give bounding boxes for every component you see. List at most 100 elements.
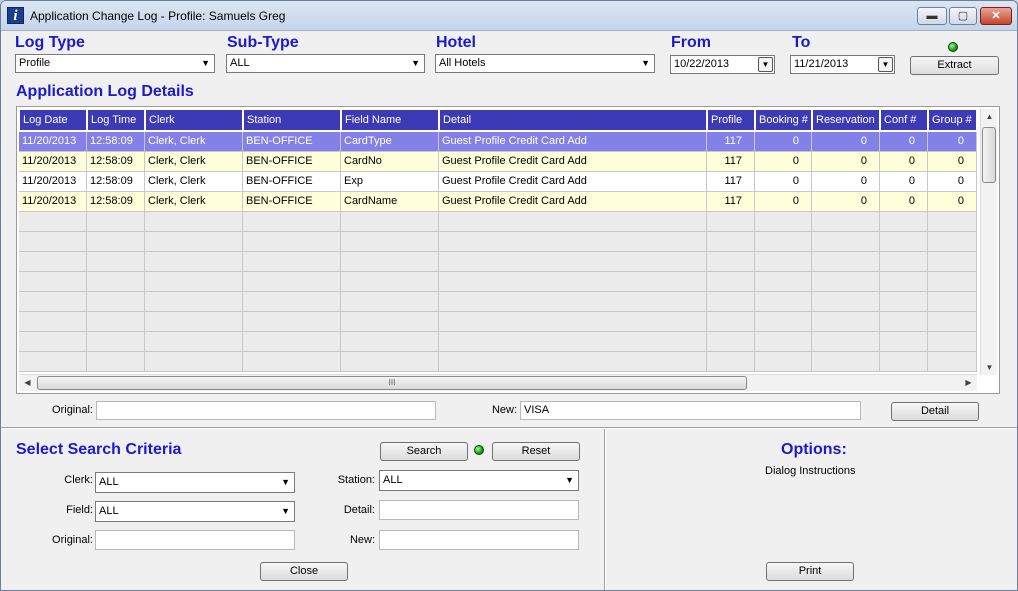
table-cell-conf: 0 bbox=[880, 172, 928, 192]
log-type-label: Log Type bbox=[15, 34, 85, 51]
table-cell-group bbox=[928, 352, 977, 372]
table-cell-clerk bbox=[145, 332, 243, 352]
column-header-booking[interactable]: Booking # bbox=[755, 109, 812, 131]
options-title: Options: bbox=[781, 441, 847, 458]
column-header-station[interactable]: Station bbox=[243, 109, 341, 131]
empty-table-row[interactable] bbox=[19, 292, 977, 312]
original-search-input[interactable] bbox=[95, 530, 295, 550]
table-cell-group bbox=[928, 292, 977, 312]
field-select[interactable]: ALL ▼ bbox=[95, 501, 295, 522]
table-cell-log-date: 11/20/2013 bbox=[19, 192, 87, 212]
calendar-dropdown-icon[interactable]: ▼ bbox=[758, 57, 773, 72]
table-cell-field-name bbox=[341, 292, 439, 312]
column-header-field-name[interactable]: Field Name bbox=[341, 109, 439, 131]
reset-button[interactable]: Reset bbox=[492, 442, 580, 461]
field-label: Field: bbox=[66, 504, 93, 516]
new-value-field[interactable]: VISA bbox=[520, 401, 861, 420]
detail-button[interactable]: Detail bbox=[891, 402, 979, 421]
table-cell-log-date bbox=[19, 212, 87, 232]
hotel-select[interactable]: All Hotels ▼ bbox=[435, 54, 655, 73]
title-bar[interactable]: i Application Change Log - Profile: Samu… bbox=[1, 1, 1017, 31]
table-cell-log-date bbox=[19, 292, 87, 312]
table-cell-profile bbox=[707, 232, 755, 252]
maximize-button[interactable]: ▢ bbox=[949, 7, 977, 25]
table-cell-group bbox=[928, 312, 977, 332]
table-cell-clerk bbox=[145, 232, 243, 252]
empty-table-row[interactable] bbox=[19, 332, 977, 352]
print-button[interactable]: Print bbox=[766, 562, 854, 581]
table-cell-profile bbox=[707, 312, 755, 332]
table-cell-booking bbox=[755, 252, 812, 272]
column-header-conf[interactable]: Conf # bbox=[880, 109, 928, 131]
horizontal-scrollbar[interactable]: ◀ III ▶ bbox=[19, 374, 977, 391]
empty-table-row[interactable] bbox=[19, 252, 977, 272]
table-cell-log-time: 12:58:09 bbox=[87, 192, 145, 212]
subtype-label: Sub-Type bbox=[227, 34, 299, 51]
table-cell-log-date: 11/20/2013 bbox=[19, 172, 87, 192]
clerk-select[interactable]: ALL ▼ bbox=[95, 472, 295, 493]
horizontal-scroll-thumb[interactable]: III bbox=[37, 376, 747, 390]
from-date-picker[interactable]: 10/22/2013 ▼ bbox=[670, 55, 775, 74]
column-header-log-time[interactable]: Log Time bbox=[87, 109, 145, 131]
chevron-down-icon: ▼ bbox=[281, 477, 290, 487]
table-cell-field-name bbox=[341, 332, 439, 352]
column-header-log-date[interactable]: Log Date bbox=[19, 109, 87, 131]
scroll-left-icon[interactable]: ◀ bbox=[19, 378, 36, 387]
table-cell-group bbox=[928, 252, 977, 272]
table-row[interactable]: 11/20/2013 12:58:09 Clerk, Clerk BEN-OFFICE… bbox=[19, 192, 977, 212]
calendar-dropdown-icon[interactable]: ▼ bbox=[878, 57, 893, 72]
status-led-icon bbox=[948, 42, 958, 52]
empty-table-row[interactable] bbox=[19, 212, 977, 232]
table-cell-detail bbox=[439, 312, 707, 332]
table-cell-profile: 117 bbox=[707, 172, 755, 192]
detail-search-input[interactable] bbox=[379, 500, 579, 520]
table-cell-profile bbox=[707, 292, 755, 312]
subtype-select[interactable]: ALL ▼ bbox=[226, 54, 425, 73]
column-header-clerk[interactable]: Clerk bbox=[145, 109, 243, 131]
empty-table-row[interactable] bbox=[19, 232, 977, 252]
column-header-group[interactable]: Group # bbox=[928, 109, 977, 131]
table-cell-detail: Guest Profile Credit Card Add bbox=[439, 172, 707, 192]
table-row[interactable]: 11/20/2013 12:58:09 Clerk, Clerk BEN-OFFICE… bbox=[19, 132, 977, 152]
table-cell-detail: Guest Profile Credit Card Add bbox=[439, 192, 707, 212]
scroll-right-icon[interactable]: ▶ bbox=[960, 378, 977, 387]
extract-button[interactable]: Extract bbox=[910, 56, 999, 75]
table-row[interactable]: 11/20/2013 12:58:09 Clerk, Clerk BEN-OFFICE… bbox=[19, 152, 977, 172]
table-cell-conf bbox=[880, 232, 928, 252]
table-cell-field-name bbox=[341, 352, 439, 372]
table-row[interactable]: 11/20/2013 12:58:09 Clerk, Clerk BEN-OFFICE… bbox=[19, 172, 977, 192]
table-cell-station bbox=[243, 332, 341, 352]
table-cell-station bbox=[243, 232, 341, 252]
minimize-button[interactable]: ▬ bbox=[917, 7, 947, 25]
new-search-input[interactable] bbox=[379, 530, 579, 550]
vertical-scroll-thumb[interactable] bbox=[982, 127, 996, 183]
column-header-profile[interactable]: Profile bbox=[707, 109, 755, 131]
empty-table-row[interactable] bbox=[19, 272, 977, 292]
table-cell-booking bbox=[755, 272, 812, 292]
search-button[interactable]: Search bbox=[380, 442, 468, 461]
to-date-picker[interactable]: 11/21/2013 ▼ bbox=[790, 55, 895, 74]
close-window-button[interactable]: ✕ bbox=[980, 7, 1012, 25]
table-cell-log-time bbox=[87, 272, 145, 292]
original-value-field[interactable] bbox=[96, 401, 436, 420]
empty-table-row[interactable] bbox=[19, 312, 977, 332]
close-button[interactable]: Close bbox=[260, 562, 348, 581]
vertical-scrollbar[interactable]: ▲ ▼ bbox=[980, 109, 997, 375]
chevron-down-icon: ▼ bbox=[281, 506, 290, 516]
empty-table-row[interactable] bbox=[19, 352, 977, 372]
table-cell-conf bbox=[880, 352, 928, 372]
log-type-select[interactable]: Profile ▼ bbox=[15, 54, 215, 73]
table-cell-log-time: 12:58:09 bbox=[87, 132, 145, 152]
grid-header: Log Date Log Time Clerk Station Field Name De… bbox=[19, 109, 977, 131]
station-select[interactable]: ALL ▼ bbox=[379, 470, 579, 491]
table-cell-booking bbox=[755, 352, 812, 372]
from-date-value: 10/22/2013 bbox=[674, 58, 730, 70]
scroll-up-icon[interactable]: ▲ bbox=[981, 112, 998, 121]
table-cell-log-date: 11/20/2013 bbox=[19, 152, 87, 172]
column-header-reservation[interactable]: Reservation bbox=[812, 109, 880, 131]
column-header-detail[interactable]: Detail bbox=[439, 109, 707, 131]
scroll-down-icon[interactable]: ▼ bbox=[981, 363, 998, 372]
table-cell-field-name: CardNo bbox=[341, 152, 439, 172]
table-cell-clerk: Clerk, Clerk bbox=[145, 132, 243, 152]
chevron-down-icon: ▼ bbox=[201, 58, 210, 68]
